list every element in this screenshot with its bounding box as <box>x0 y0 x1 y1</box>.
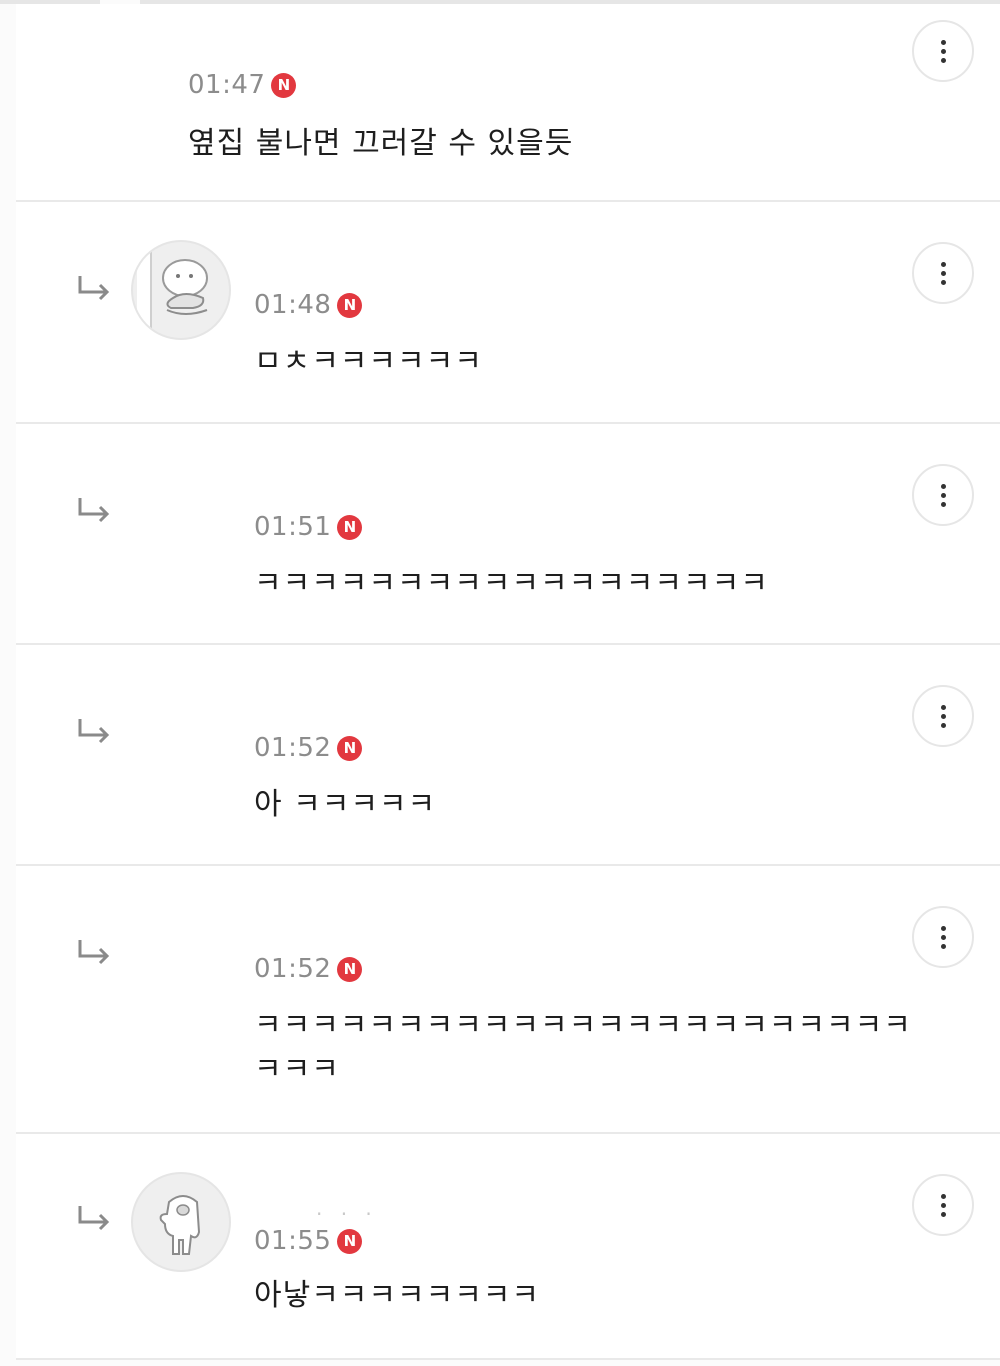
comment-text: 아 ㅋㅋㅋㅋㅋ <box>254 787 437 822</box>
comment-meta: 01:48 N <box>254 290 363 320</box>
comment-meta: 01:52 N <box>254 954 363 984</box>
reply-item: . . . 01:55 N 아낳ㅋㅋㅋㅋㅋㅋㅋㅋ <box>16 1134 1000 1360</box>
comment-time: 01:51 <box>254 512 332 542</box>
more-options-button[interactable] <box>912 1174 974 1236</box>
reply-item: 01:48 N ㅁㅊㅋㅋㅋㅋㅋㅋ <box>16 202 1000 424</box>
comment-time: 01:52 <box>254 954 332 984</box>
reply-item: 01:51 N ㅋㅋㅋㅋㅋㅋㅋㅋㅋㅋㅋㅋㅋㅋㅋㅋㅋㅋ <box>16 424 1000 645</box>
new-badge: N <box>337 514 363 540</box>
reply-arrow-icon <box>78 1206 110 1231</box>
more-options-button[interactable] <box>912 242 974 304</box>
ghost-character-avatar-icon <box>159 1195 201 1255</box>
comment-item: 01:47 N 옆집 불나면 끄러갈 수 있을듯 <box>16 4 1000 202</box>
reply-arrow-icon <box>78 498 110 523</box>
reply-item: 01:52 N ㅋㅋㅋㅋㅋㅋㅋㅋㅋㅋㅋㅋㅋㅋㅋㅋㅋㅋㅋㅋㅋㅋㅋ ㅋㅋㅋ <box>16 866 1000 1134</box>
comment-text: 아낳ㅋㅋㅋㅋㅋㅋㅋㅋ <box>254 1278 540 1313</box>
faint-marks: . . . <box>316 1196 378 1220</box>
new-badge: N <box>337 735 363 761</box>
comment-text: ㅋㅋㅋㅋㅋㅋㅋㅋㅋㅋㅋㅋㅋㅋㅋㅋㅋㅋ <box>254 566 769 601</box>
more-options-button[interactable] <box>912 685 974 747</box>
reply-arrow-icon <box>78 940 110 965</box>
comment-time: 01:52 <box>254 733 332 763</box>
comment-time: 01:55 <box>254 1226 332 1256</box>
reply-arrow-icon <box>78 719 110 744</box>
comment-text: ㅁㅊㅋㅋㅋㅋㅋㅋ <box>254 344 483 379</box>
comment-time: 01:47 <box>188 70 266 100</box>
new-badge: N <box>271 72 297 98</box>
more-vertical-icon <box>940 1193 946 1217</box>
comment-meta: 01:55 N <box>254 1226 363 1256</box>
comment-meta: 01:47 N <box>188 70 297 100</box>
more-options-button[interactable] <box>912 906 974 968</box>
comment-thread: 01:47 N 옆집 불나면 끄러갈 수 있을듯 01:48 N ㅁㅊㅋㅋㅋㅋㅋ… <box>0 0 1000 1366</box>
new-badge: N <box>337 292 363 318</box>
comment-meta: 01:51 N <box>254 512 363 542</box>
new-badge: N <box>337 956 363 982</box>
more-vertical-icon <box>940 39 946 63</box>
more-vertical-icon <box>940 925 946 949</box>
more-options-button[interactable] <box>912 20 974 82</box>
new-badge: N <box>337 1228 363 1254</box>
burger-character-avatar-icon <box>137 242 208 338</box>
more-vertical-icon <box>940 261 946 285</box>
avatar[interactable] <box>131 240 231 340</box>
reply-item: 01:52 N 아 ㅋㅋㅋㅋㅋ <box>16 645 1000 866</box>
comment-text: ㅋㅋㅋㅋㅋㅋㅋㅋㅋㅋㅋㅋㅋㅋㅋㅋㅋㅋㅋㅋㅋㅋㅋ ㅋㅋㅋ <box>254 1008 912 1087</box>
reply-arrow-icon <box>78 276 110 301</box>
more-vertical-icon <box>940 483 946 507</box>
more-options-button[interactable] <box>912 464 974 526</box>
comment-time: 01:48 <box>254 290 332 320</box>
avatar[interactable] <box>131 1172 231 1272</box>
more-vertical-icon <box>940 704 946 728</box>
comment-text: 옆집 불나면 끄러갈 수 있을듯 <box>188 126 574 161</box>
comment-meta: 01:52 N <box>254 733 363 763</box>
